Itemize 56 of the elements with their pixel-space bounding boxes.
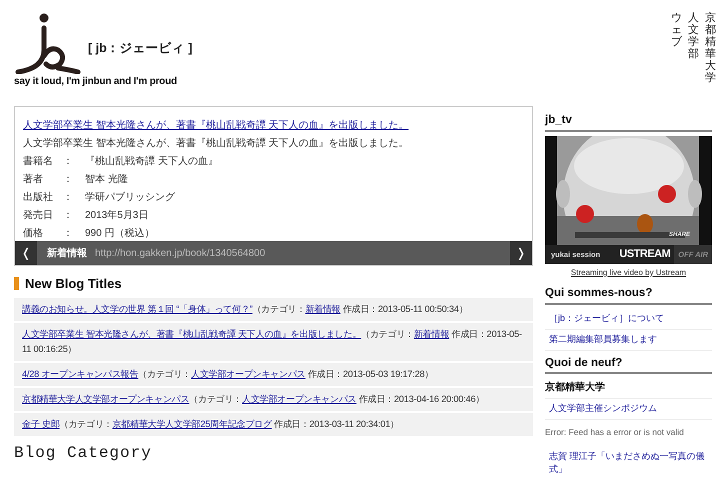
sidebar-heading: Qui sommes-nous? [545,286,712,305]
category-link[interactable]: 人文学部オープンキャンパス [242,394,356,404]
previous-button[interactable]: ❬ [15,241,37,265]
slide-lead: 人文学部卒業生 智本光隆さんが、著書『桃山乱戦奇譚 天下人の血』を出版しました。 [23,137,410,150]
next-button[interactable]: ❭ [510,241,532,265]
detail-value: 学研パブリッシング [85,191,175,204]
blog-title-link[interactable]: 金子 史郎 [22,418,60,429]
sidebar-heading: Quoi de neuf? [545,356,712,374]
sidebar-link[interactable]: 人文学部主催シンポジウム [549,402,708,416]
detail-separator: ： [63,155,74,168]
detail-separator: ： [63,227,74,240]
sidebar-link[interactable]: 志賀 理江子「いまださめぬ一写真の儀式」 [549,450,708,476]
detail-label: 出版社 [23,191,54,204]
blog-entry: 講義のお知らせ。人文学の世界 第１回 “「身体」って何？”（カテゴリ：新着情報 作成日：2013-05-11 00:50:34） [14,298,533,321]
section-heading: Blog Category [14,444,153,462]
sidebar-heading: jb_tv [545,114,712,132]
sidebar-link[interactable]: 第二期編集部員募集します [549,332,708,346]
detail-value: 2013年5月3日 [85,209,148,222]
slide-link[interactable]: 人文学部卒業生 智本光隆さんが、著書『桃山乱戦奇譚 天下人の血』を出版しました。 [23,120,409,131]
detail-value: 『桃山乱戦奇譚 天下人の血』 [85,155,218,168]
blog-entry: 人文学部卒業生 智本光隆さんが、著書『桃山乱戦奇譚 天下人の血』を出版しました。（カテゴリ：新着情報 作成日：2013-05-11 00:16:25） [14,322,533,361]
category-link[interactable]: 新着情報 [414,328,450,339]
sidebar-link[interactable]: ［jb：ジェービィ］について [549,312,708,325]
vertical-title: 人文学部 [688,12,699,62]
heading-marker [14,277,19,290]
detail-separator: ： [63,209,74,222]
blog-title-link[interactable]: 人文学部卒業生 智本光隆さんが、著書『桃山乱戦奇譚 天下人の血』を出版しました。 [22,328,362,339]
detail-value: 智本 光隆 [85,173,128,186]
ustream-link[interactable]: Streaming live video by Ustream [570,268,686,277]
slider-caption: 新着情報 [47,246,87,260]
detail-label: 著者 [23,173,44,186]
blog-title-link[interactable]: 講義のお知らせ。人文学の世界 第１回 “「身体」って何？” [22,304,252,314]
detail-label: 発売日 [23,209,54,222]
site-name: [ jb：ジェービィ ] [88,40,192,58]
category-link[interactable]: 京都精華大学人文学部25周年記念ブログ [112,418,272,429]
section-heading: New Blog Titles [25,276,122,292]
category-link[interactable]: 新着情報 [305,304,340,314]
logo-icon[interactable] [14,12,82,74]
blog-title-link[interactable]: 京都精華大学人文学部オープンキャンパス [22,394,190,404]
detail-label: 書籍名 [23,155,54,168]
blog-entry: 金子 史郎（カテゴリ：京都精華大学人文学部25周年記念ブログ 作成日：2013-03-11 20:34:01） [14,412,533,436]
error-message: Error: Feed has a error or is not valid [545,426,685,440]
vertical-title: ウェブ [671,12,682,50]
sidebar-subheading: 京都精華大学 [545,378,712,400]
blog-entry: 4/28 オープンキャンパス報告（カテゴリ：人文学部オープンキャンパス 作成日：2013-05-03 19:17:28） [14,362,533,386]
category-link[interactable]: 人文学部オープンキャンパス [191,368,306,379]
tagline: say it loud, I'm jinbun and I'm proud [14,75,178,89]
detail-value: 990 円（税込） [85,227,154,240]
blog-title-link[interactable]: 4/28 オープンキャンパス報告 [22,368,138,379]
detail-separator: ： [63,173,74,186]
vertical-title: 京都精華大学 [705,12,716,86]
player-brand: USTREAM [619,247,672,262]
detail-label: 価格 [23,227,44,240]
blog-entry: 京都精華大学人文学部オープンキャンパス（カテゴリ：人文学部オープンキャンパス 作成日：2013-04-16 20:00:46） [14,388,533,411]
slide-url: http://hon.gakken.jp/book/1340564800 [95,246,266,260]
detail-separator: ： [63,191,74,204]
